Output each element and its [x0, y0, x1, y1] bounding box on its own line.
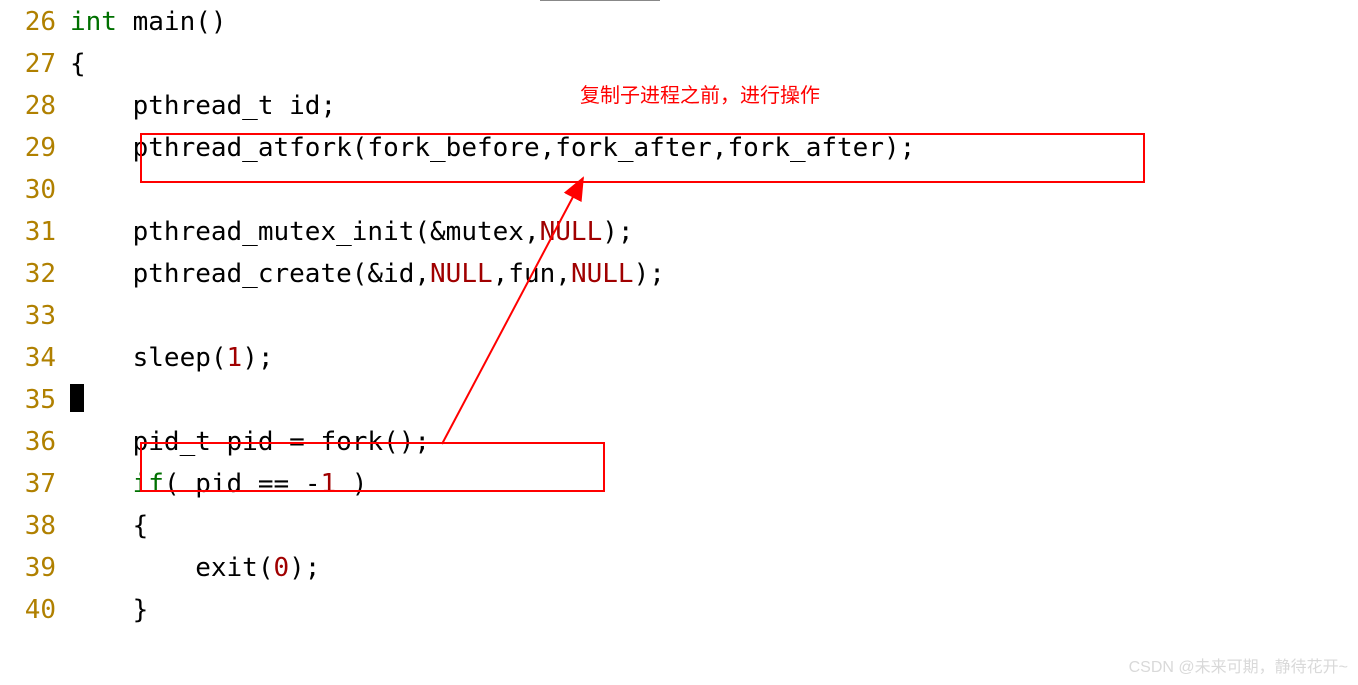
line-number: 37 — [0, 466, 70, 502]
code-text: pthread_mutex_init(&mutex,NULL); — [70, 214, 634, 250]
code-line: 33 — [0, 298, 1358, 340]
code-text: } — [70, 592, 148, 628]
line-number: 40 — [0, 592, 70, 628]
line-number: 29 — [0, 130, 70, 166]
code-text: int main() — [70, 4, 227, 40]
code-line: 32 pthread_create(&id,NULL,fun,NULL); — [0, 256, 1358, 298]
code-text: exit(0); — [70, 550, 320, 586]
code-text: { — [70, 46, 86, 82]
code-line: 30 — [0, 172, 1358, 214]
code-line: 39 exit(0); — [0, 550, 1358, 592]
code-text: pthread_create(&id,NULL,fun,NULL); — [70, 256, 665, 292]
code-line: 26int main() — [0, 4, 1358, 46]
line-number: 32 — [0, 256, 70, 292]
code-text: { — [70, 508, 148, 544]
watermark-text: CSDN @未来可期，静待花开~ — [1129, 657, 1348, 679]
line-number: 36 — [0, 424, 70, 460]
code-text: pthread_atfork(fork_before,fork_after,fo… — [70, 130, 915, 166]
cursor-icon — [70, 384, 84, 412]
code-text: pthread_t id; — [70, 88, 336, 124]
code-line: 38 { — [0, 508, 1358, 550]
code-line: 31 pthread_mutex_init(&mutex,NULL); — [0, 214, 1358, 256]
line-number: 34 — [0, 340, 70, 376]
line-number: 35 — [0, 382, 70, 418]
code-line: 40 } — [0, 592, 1358, 634]
code-line: 29 pthread_atfork(fork_before,fork_after… — [0, 130, 1358, 172]
code-text: sleep(1); — [70, 340, 274, 376]
line-number: 31 — [0, 214, 70, 250]
line-number: 38 — [0, 508, 70, 544]
code-text: pid_t pid = fork(); — [70, 424, 430, 460]
code-line: 34 sleep(1); — [0, 340, 1358, 382]
line-number: 27 — [0, 46, 70, 82]
line-number: 30 — [0, 172, 70, 208]
code-text — [70, 382, 84, 418]
code-line: 37 if( pid == -1 ) — [0, 466, 1358, 508]
code-line: 36 pid_t pid = fork(); — [0, 424, 1358, 466]
annotation-comment: 复制子进程之前，进行操作 — [580, 82, 820, 110]
code-line: 35 — [0, 382, 1358, 424]
line-number: 28 — [0, 88, 70, 124]
line-number: 33 — [0, 298, 70, 334]
code-text: if( pid == -1 ) — [70, 466, 367, 502]
line-number: 26 — [0, 4, 70, 40]
line-number: 39 — [0, 550, 70, 586]
